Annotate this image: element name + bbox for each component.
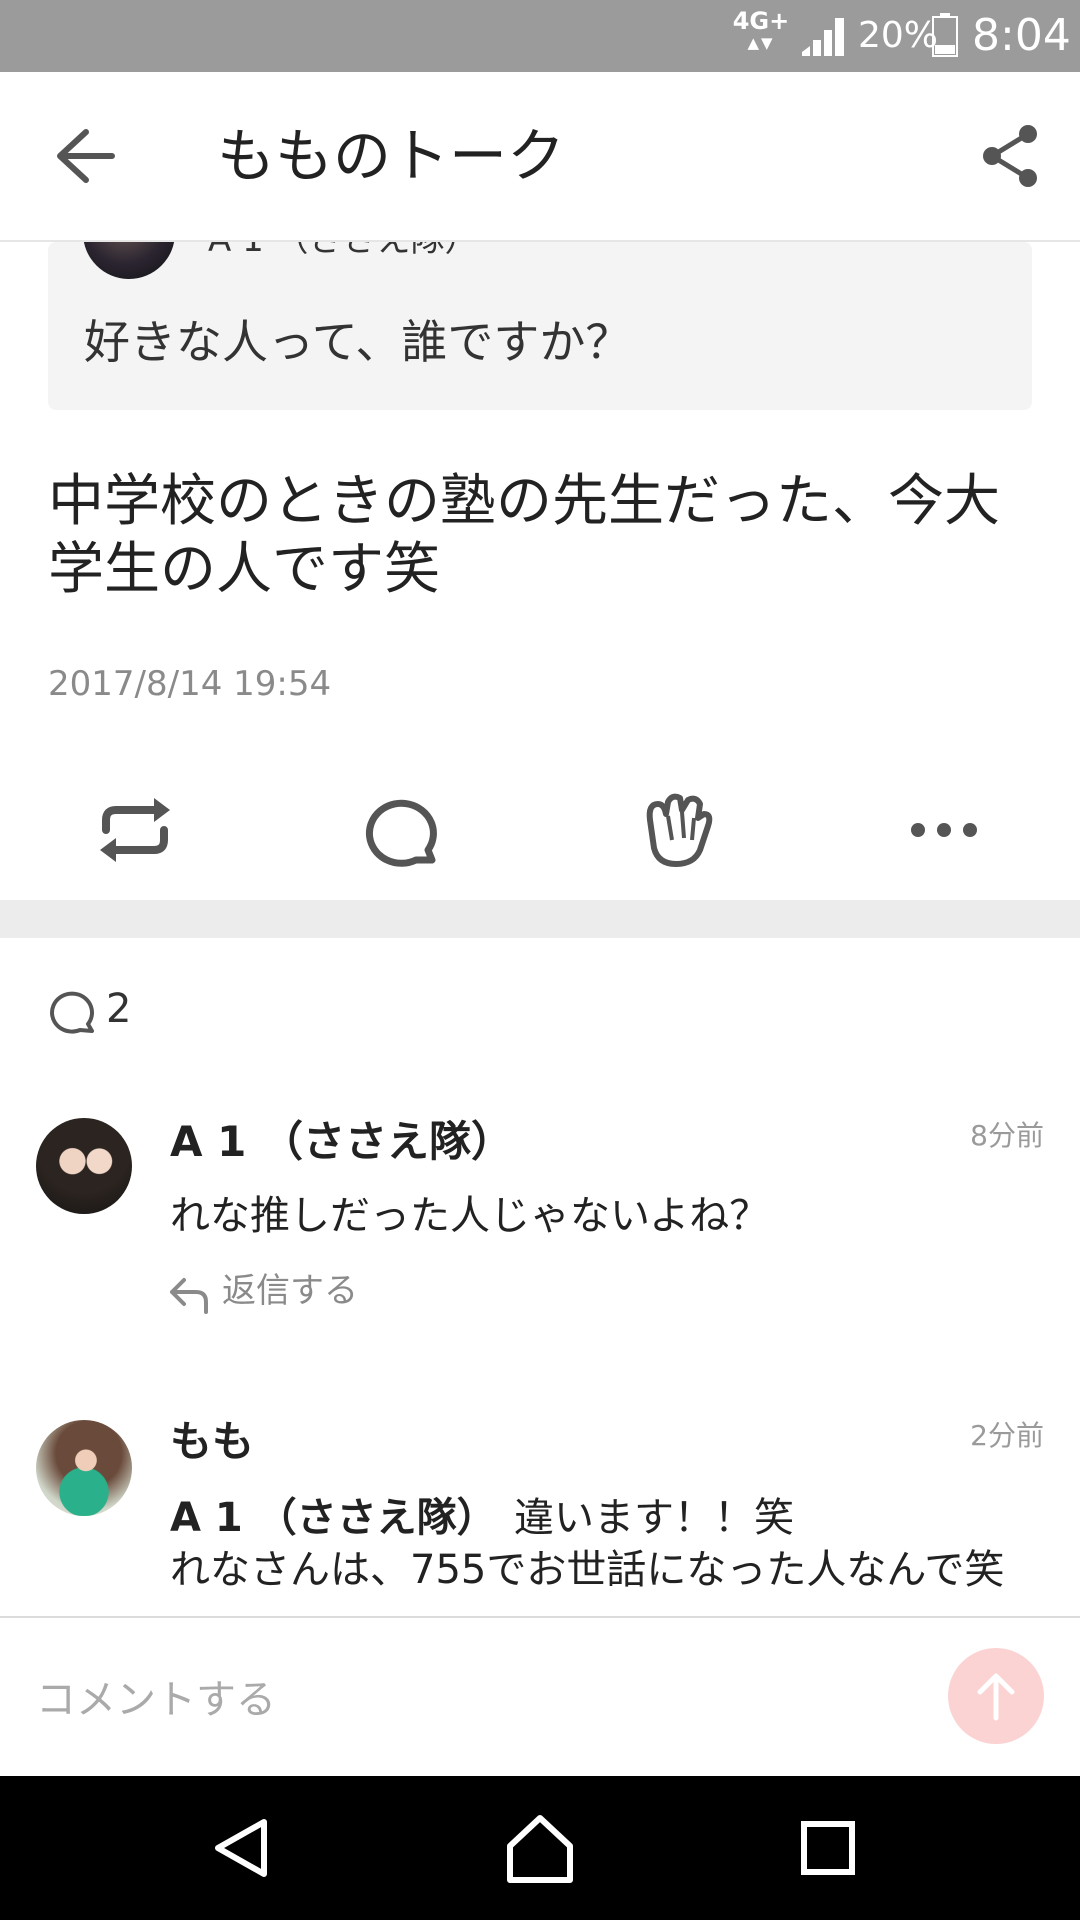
comment-author[interactable]: もも (170, 1414, 254, 1470)
back-button[interactable] (52, 124, 124, 188)
battery-percent: 20% (858, 15, 939, 56)
comment-icon (50, 991, 94, 1034)
question-text: 好きな人って、誰ですか？ (84, 315, 632, 369)
answer-text: 中学校のときの塾の先生だった、今大学生の人です笑 (48, 469, 1000, 602)
comment-author[interactable]: A 1 （ささえ隊） (170, 1114, 513, 1170)
avatar[interactable] (36, 1118, 132, 1214)
share-icon (983, 125, 1037, 187)
comment-icon (365, 799, 437, 867)
comment-time: 2分前 (970, 1419, 1044, 1452)
question-author: A 1 （ささえ隊） (208, 242, 479, 261)
status-time: 8:04 (972, 10, 1071, 61)
comment-count: 2 (106, 986, 132, 1032)
share-button[interactable] (978, 122, 1044, 190)
comment-button[interactable] (358, 790, 448, 870)
comment-bar (0, 1616, 1080, 1778)
comment-time: 8分前 (970, 1119, 1044, 1152)
repost-icon (100, 798, 170, 862)
avatar[interactable] (36, 1420, 132, 1516)
more-icon (911, 823, 977, 837)
clap-icon (646, 793, 713, 867)
app-header: もものトーク (0, 72, 1080, 242)
post-date: 2017/8/14 19:54 (48, 664, 332, 704)
clap-button[interactable] (630, 790, 720, 870)
nav-recents-button[interactable] (786, 1806, 870, 1890)
avatar (83, 242, 175, 279)
triangle-back-icon (215, 1819, 267, 1877)
nav-back-button[interactable] (200, 1806, 284, 1890)
status-bar: 4G+ ▲▼ 20% 8:04 (0, 0, 1080, 72)
arrow-left-icon (57, 129, 115, 183)
comment-text: れな推しだった人じゃないよね？ (170, 1193, 770, 1239)
reply-button[interactable]: 返信する (222, 1266, 358, 1316)
signal-icon (802, 18, 844, 56)
home-icon (507, 1815, 573, 1883)
repost-button[interactable] (90, 790, 180, 870)
comment-mention[interactable]: A 1 （ささえ隊） (170, 1492, 497, 1544)
nav-home-button[interactable] (498, 1806, 582, 1890)
battery-icon (932, 13, 958, 57)
comment-text: 違います！！笑 (514, 1495, 794, 1541)
network-indicator: 4G+ ▲▼ (732, 7, 790, 52)
square-recents-icon (801, 1821, 855, 1875)
comment-text-continued: れなさんは、755でお世話になった人なんで笑 (170, 1547, 1005, 1593)
section-divider (0, 900, 1080, 938)
page-title: もものトーク (217, 122, 566, 190)
more-button[interactable] (900, 790, 990, 870)
question-card: A 1 （ささえ隊） 好きな人って、誰ですか？ (48, 242, 1032, 410)
reply-icon[interactable] (168, 1272, 212, 1316)
send-button[interactable] (948, 1648, 1044, 1744)
arrow-up-icon (977, 1673, 1015, 1721)
system-nav-bar (0, 1776, 1080, 1920)
comment-input[interactable] (36, 1670, 716, 1730)
